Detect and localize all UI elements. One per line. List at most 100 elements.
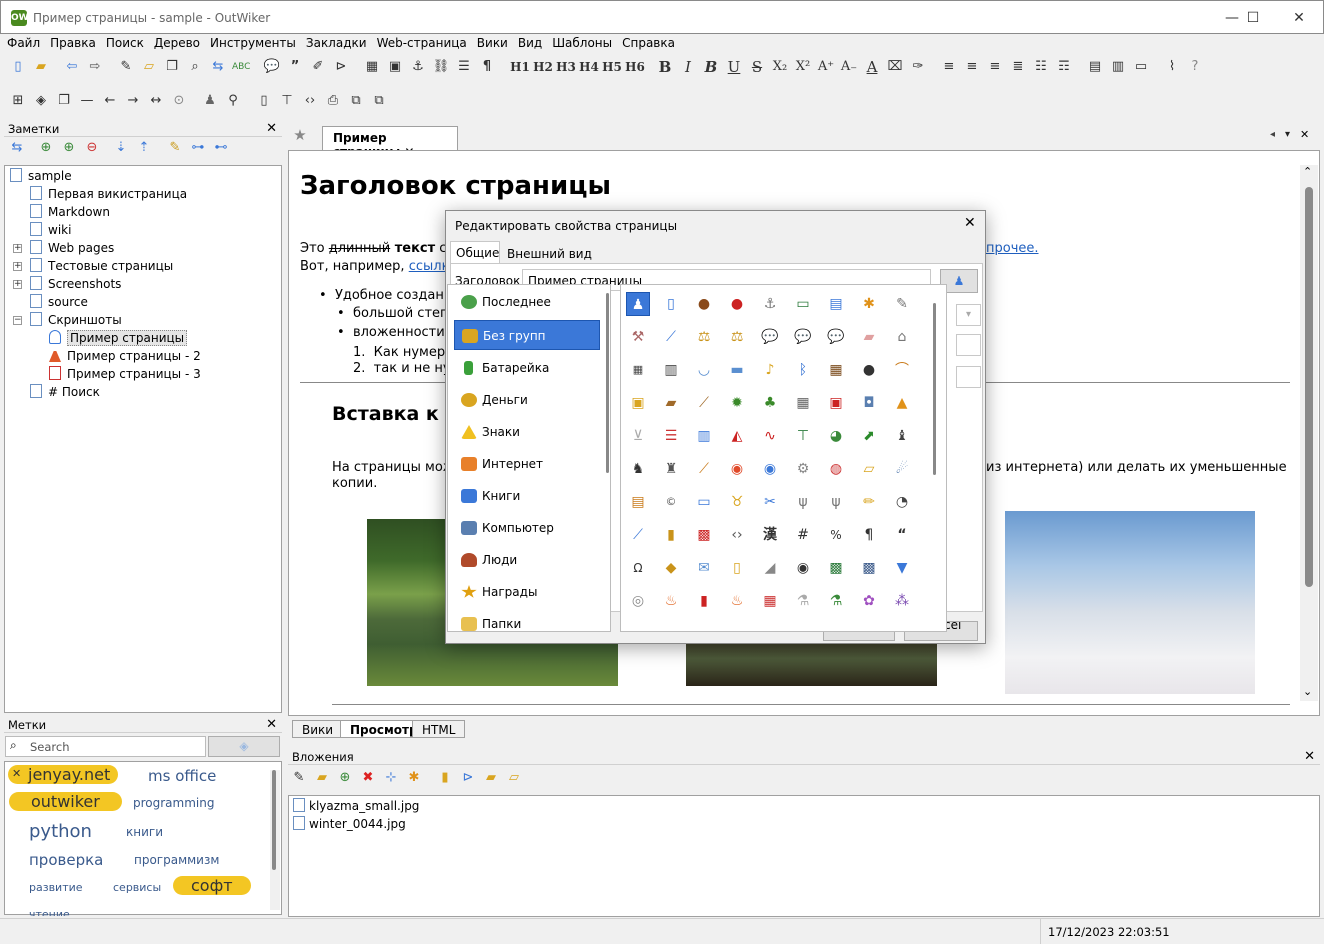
html-code-icon[interactable]: ‹› bbox=[301, 92, 319, 110]
tag-icon[interactable]: ◈ bbox=[32, 92, 50, 110]
dropdown-chevron-icon[interactable]: ▾ bbox=[956, 304, 981, 326]
boomerang-icon[interactable]: ⌒ bbox=[890, 358, 914, 382]
add-sibling-icon[interactable]: ⊕ bbox=[37, 139, 55, 157]
flask-green-icon[interactable]: ⚗ bbox=[824, 589, 848, 613]
menu-edit[interactable]: Правка bbox=[46, 34, 100, 52]
rename-icon[interactable]: ✎ bbox=[166, 139, 184, 157]
cutlery-icon[interactable]: ψ bbox=[791, 490, 815, 514]
attach-icon[interactable]: ✎ bbox=[117, 58, 135, 76]
underline-button[interactable]: U bbox=[725, 58, 743, 76]
tag-jenyay[interactable]: ✕ jenyay.net bbox=[8, 765, 119, 784]
category-awards[interactable]: Награды bbox=[454, 577, 600, 607]
tree-view-icon[interactable]: ⊤ bbox=[278, 92, 296, 110]
expand-icon[interactable]: + bbox=[13, 244, 22, 253]
percent-icon[interactable]: % bbox=[824, 523, 848, 547]
quote-icon[interactable]: ” bbox=[286, 58, 304, 76]
find-icon[interactable]: ⌕ bbox=[186, 58, 204, 76]
category-books[interactable]: Книги bbox=[454, 481, 600, 511]
menu-bookmarks[interactable]: Закладки bbox=[302, 34, 371, 52]
menu-wiki[interactable]: Вики bbox=[473, 34, 512, 52]
box-icon[interactable]: ▣ bbox=[626, 391, 650, 415]
tree-node-wiki[interactable]: wiki bbox=[30, 221, 71, 239]
camera-icon[interactable]: ◘ bbox=[857, 391, 881, 415]
subscript-button[interactable]: X₂ bbox=[771, 58, 789, 76]
chess-knight-icon[interactable]: ♞ bbox=[626, 457, 650, 481]
pilcrow-icon[interactable]: ¶ bbox=[857, 523, 881, 547]
pen-icon[interactable]: ✐ bbox=[309, 58, 327, 76]
bandage-icon[interactable]: ▰ bbox=[857, 325, 881, 349]
category-people[interactable]: Люди bbox=[454, 545, 600, 575]
tree-node-markdown[interactable]: Markdown bbox=[30, 203, 110, 221]
asterisk-icon[interactable]: ✱ bbox=[857, 292, 881, 316]
open-folder-icon[interactable]: ▰ bbox=[482, 769, 500, 787]
add-child-icon[interactable]: ⊕ bbox=[60, 139, 78, 157]
close-window-button[interactable]: ✕ bbox=[1276, 1, 1322, 35]
org-chart-icon[interactable]: ⊤ bbox=[791, 424, 815, 448]
speech-bubble-2-icon[interactable]: 💬 bbox=[791, 325, 815, 349]
tree-hierarchy-icon[interactable]: ⊶ bbox=[189, 139, 207, 157]
tag-servisy[interactable]: сервисы bbox=[113, 881, 161, 894]
tab-menu-icon[interactable]: ▾ bbox=[1285, 129, 1290, 140]
menu-search[interactable]: Поиск bbox=[102, 34, 148, 52]
tree-node-web-pages[interactable]: Web pages bbox=[30, 239, 114, 257]
tags-search-input[interactable]: ⌕ Search bbox=[5, 736, 206, 757]
tag-chtenie[interactable]: чтение bbox=[29, 908, 70, 916]
dash-icon[interactable]: — bbox=[78, 92, 96, 110]
h5-button[interactable]: H5 bbox=[601, 58, 623, 76]
tag-filter-button[interactable]: ◈ bbox=[208, 736, 280, 757]
notes-panel-close-icon[interactable]: ✕ bbox=[266, 122, 277, 136]
film-2-icon[interactable]: ▩ bbox=[857, 556, 881, 580]
book-icon[interactable]: ▯ bbox=[255, 92, 273, 110]
maximize-button[interactable]: ☐ bbox=[1230, 1, 1276, 35]
strikethrough-button[interactable]: S bbox=[748, 58, 766, 76]
tag-soft[interactable]: софт bbox=[173, 876, 251, 895]
eye-icon[interactable]: ◉ bbox=[791, 556, 815, 580]
h6-button[interactable]: H6 bbox=[624, 58, 646, 76]
football-icon[interactable]: ● bbox=[692, 292, 716, 316]
align-right-icon[interactable]: ≡ bbox=[986, 58, 1004, 76]
tag-programmizm[interactable]: программизм bbox=[134, 853, 219, 867]
forward-arrow-icon[interactable]: ⇨ bbox=[86, 58, 104, 76]
scroll-thumb[interactable] bbox=[1305, 187, 1313, 587]
menu-tree[interactable]: Дерево bbox=[150, 34, 204, 52]
color-wheel-icon[interactable]: ◍ bbox=[824, 457, 848, 481]
construction-icon[interactable]: ▤ bbox=[626, 490, 650, 514]
briefcase-icon[interactable]: ▰ bbox=[659, 391, 683, 415]
tree-node-test-pages[interactable]: Тестовые страницы bbox=[30, 257, 173, 275]
info-icon[interactable]: ⊙ bbox=[170, 92, 188, 110]
expand-icon[interactable]: + bbox=[13, 262, 22, 271]
pyramid-icon[interactable]: ◆ bbox=[659, 556, 683, 580]
tab-wiki[interactable]: Вики bbox=[292, 720, 344, 738]
tags-scrollbar[interactable] bbox=[270, 770, 280, 910]
text-color-icon[interactable]: ✑ bbox=[909, 58, 927, 76]
collapse-icon[interactable]: − bbox=[13, 316, 22, 325]
font-increase-button[interactable]: A⁺ bbox=[817, 58, 835, 76]
bug-icon[interactable]: ✹ bbox=[725, 391, 749, 415]
expand-icon[interactable]: + bbox=[13, 280, 22, 289]
bluetooth-icon[interactable]: ᛒ bbox=[791, 358, 815, 382]
tag-python[interactable]: python bbox=[29, 821, 92, 842]
page-icon[interactable]: ▯ bbox=[659, 292, 683, 316]
category-recent[interactable]: Последнее bbox=[454, 287, 600, 317]
pencil-icon[interactable]: ✏ bbox=[857, 490, 881, 514]
omega-icon[interactable]: Ω bbox=[626, 556, 650, 580]
align-left-icon[interactable]: ≡ bbox=[940, 58, 958, 76]
comment-icon[interactable]: 💬 bbox=[263, 58, 281, 76]
graph-icon[interactable]: ⌇ bbox=[1163, 58, 1181, 76]
tree-node-skrinshoty[interactable]: Скриншоты bbox=[30, 311, 122, 329]
remove-page-icon[interactable]: ⊖ bbox=[83, 139, 101, 157]
user-icon[interactable]: ♟ bbox=[626, 292, 650, 316]
scissors-icon[interactable]: ✂ bbox=[758, 490, 782, 514]
bell-icon[interactable]: ♪ bbox=[758, 358, 782, 382]
firewall-icon[interactable]: ▦ bbox=[758, 589, 782, 613]
pipette-icon[interactable]: ⟋ bbox=[626, 523, 650, 547]
field-input-3[interactable] bbox=[956, 366, 981, 388]
back-arrow-icon[interactable]: ⇦ bbox=[63, 58, 81, 76]
menu-help[interactable]: Справка bbox=[618, 34, 679, 52]
flame-icon[interactable]: ♨ bbox=[725, 589, 749, 613]
tags-panel-close-icon[interactable]: ✕ bbox=[266, 718, 277, 732]
align-justify-icon[interactable]: ≣ bbox=[1009, 58, 1027, 76]
field-input-2[interactable] bbox=[956, 334, 981, 356]
line-chart-icon[interactable]: ∿ bbox=[758, 424, 782, 448]
chess-bishop-icon[interactable]: ♝ bbox=[890, 424, 914, 448]
